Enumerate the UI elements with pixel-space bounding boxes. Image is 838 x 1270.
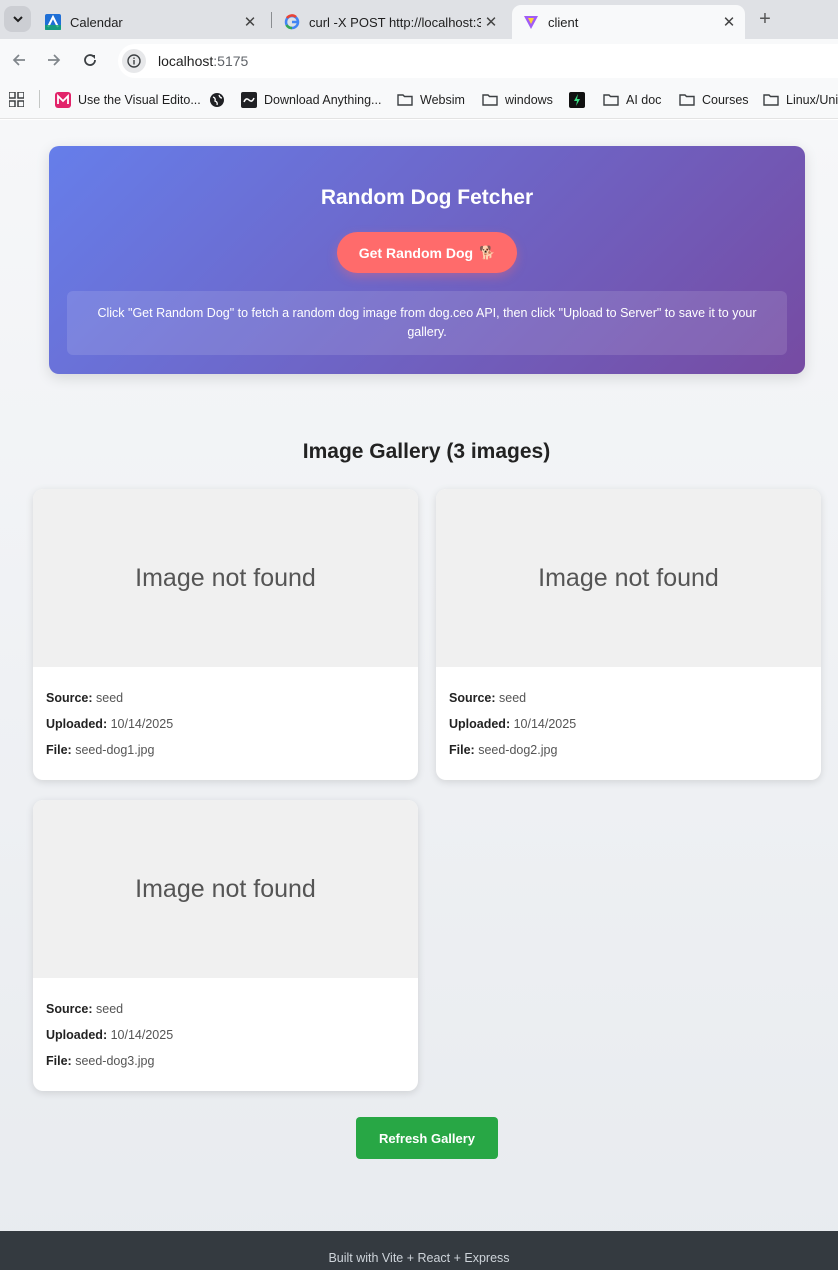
button-label: Get Random Dog <box>358 244 474 261</box>
address-bar[interactable]: localhost:5175 <box>118 44 838 78</box>
app-icon <box>569 92 585 108</box>
bookmark-label: Courses <box>702 93 749 107</box>
folder-icon <box>679 94 695 106</box>
dog-icon: 🐕 <box>479 244 496 260</box>
tab-calendar[interactable]: Calendar ✕ <box>34 5 266 39</box>
bookmark-app[interactable] <box>569 91 592 109</box>
tab-title: client <box>548 14 579 30</box>
reload-button[interactable] <box>80 50 100 70</box>
bookmark-download-anything[interactable]: Download Anything... <box>241 91 381 109</box>
tab-strip: Calendar ✕ curl -X POST http://localhost… <box>0 0 838 39</box>
url-host: localhost <box>158 53 214 69</box>
uploaded-row: Uploaded: 10/14/2025 <box>46 717 174 731</box>
url-port: :5175 <box>213 53 249 69</box>
image-placeholder: Image not found <box>33 800 418 978</box>
browser-toolbar: localhost:5175 <box>0 39 838 81</box>
bookmark-websim[interactable]: Websim <box>397 91 465 109</box>
bookmark-linux-unix[interactable]: Linux/Unix <box>763 91 838 109</box>
bookmark-label: Websim <box>420 93 465 107</box>
apps-grid-icon[interactable] <box>9 92 24 107</box>
bookmark-label: Linux/Unix <box>786 93 838 107</box>
folder-icon <box>482 94 498 106</box>
uploaded-value: 10/14/2025 <box>513 717 577 731</box>
uploaded-row: Uploaded: 10/14/2025 <box>449 717 577 731</box>
app-page: Random Dog Fetcher Get Random Dog 🐕 Clic… <box>0 120 838 1270</box>
back-button[interactable] <box>9 50 29 70</box>
bookmark-label: windows <box>505 93 553 107</box>
tab-title: Calendar <box>70 14 123 30</box>
get-random-dog-button[interactable]: Get Random Dog 🐕 <box>337 232 517 273</box>
uploaded-row: Uploaded: 10/14/2025 <box>46 1028 174 1042</box>
file-row: File: seed-dog3.jpg <box>46 1054 155 1068</box>
folder-icon <box>603 94 619 106</box>
bookmark-label: Use the Visual Edito... <box>78 93 201 107</box>
bookmarks-divider <box>39 90 40 108</box>
calendar-app-icon <box>45 14 61 30</box>
bookmark-label: AI doc <box>626 93 662 107</box>
source-row: Source: seed <box>449 691 527 705</box>
new-tab-button[interactable]: + <box>755 8 775 30</box>
tab-curl[interactable]: curl -X POST http://localhost:30 ✕ <box>273 5 507 39</box>
url-text: localhost:5175 <box>158 53 248 69</box>
globe-icon <box>210 93 224 107</box>
file-row: File: seed-dog1.jpg <box>46 743 155 757</box>
refresh-gallery-button[interactable]: Refresh Gallery <box>356 1117 498 1159</box>
close-tab-icon[interactable]: ✕ <box>481 13 501 31</box>
forward-button[interactable] <box>44 50 64 70</box>
source-row: Source: seed <box>46 691 124 705</box>
bookmark-ai-doc[interactable]: AI doc <box>603 91 661 109</box>
card-meta: Source: seed Uploaded: 10/14/2025 File: … <box>449 685 576 763</box>
bookmark-visual-editor[interactable]: Use the Visual Edito... <box>55 91 201 109</box>
vite-icon <box>524 16 538 29</box>
file-value: seed-dog3.jpg <box>75 1054 155 1068</box>
app-title: Random Dog Fetcher <box>320 186 534 209</box>
arrow-left-icon <box>12 54 25 66</box>
download-app-icon <box>241 92 257 108</box>
gallery-title: Image Gallery (3 images) <box>302 440 551 463</box>
tab-search-button[interactable] <box>4 6 31 32</box>
info-icon <box>127 54 141 68</box>
reload-icon <box>84 54 96 66</box>
source-value: seed <box>96 691 124 705</box>
footer-text: Built with Vite + React + Express <box>328 1251 510 1265</box>
close-tab-icon[interactable]: ✕ <box>719 13 739 31</box>
gallery-card: Image not found Source: seed Uploaded: 1… <box>436 489 821 780</box>
image-placeholder: Image not found <box>436 489 821 667</box>
visual-editor-icon <box>55 92 71 108</box>
bookmarks-bar: Use the Visual Edito... Download Anythin… <box>0 81 838 119</box>
tab-client[interactable]: client ✕ <box>512 5 745 39</box>
uploaded-value: 10/14/2025 <box>110 717 174 731</box>
site-info-button[interactable] <box>122 49 146 73</box>
card-meta: Source: seed Uploaded: 10/14/2025 File: … <box>46 685 173 763</box>
file-row: File: seed-dog2.jpg <box>449 743 558 757</box>
file-value: seed-dog2.jpg <box>478 743 558 757</box>
tab-separator <box>271 12 272 28</box>
folder-icon <box>763 94 779 106</box>
arrow-right-icon <box>48 54 61 66</box>
bookmark-globe[interactable] <box>209 91 232 109</box>
card-meta: Source: seed Uploaded: 10/14/2025 File: … <box>46 996 173 1074</box>
file-value: seed-dog1.jpg <box>75 743 155 757</box>
google-icon <box>284 14 300 30</box>
source-value: seed <box>96 1002 124 1016</box>
tab-title: curl -X POST http://localhost:30 <box>309 14 481 30</box>
bookmark-windows[interactable]: windows <box>482 91 553 109</box>
gallery-card: Image not found Source: seed Uploaded: 1… <box>33 800 418 1091</box>
gallery-card: Image not found Source: seed Uploaded: 1… <box>33 489 418 780</box>
bookmark-label: Download Anything... <box>264 93 382 107</box>
footer: Built with Vite + React + Express <box>0 1231 838 1270</box>
source-row: Source: seed <box>46 1002 124 1016</box>
chevron-down-icon <box>12 16 23 23</box>
instructions-text: Click "Get Random Dog" to fetch a random… <box>67 291 787 355</box>
image-placeholder: Image not found <box>33 489 418 667</box>
uploaded-value: 10/14/2025 <box>110 1028 174 1042</box>
hero-panel: Random Dog Fetcher Get Random Dog 🐕 Clic… <box>49 146 805 374</box>
close-tab-icon[interactable]: ✕ <box>240 13 260 31</box>
folder-icon <box>397 94 413 106</box>
source-value: seed <box>499 691 527 705</box>
bookmark-courses[interactable]: Courses <box>679 91 749 109</box>
